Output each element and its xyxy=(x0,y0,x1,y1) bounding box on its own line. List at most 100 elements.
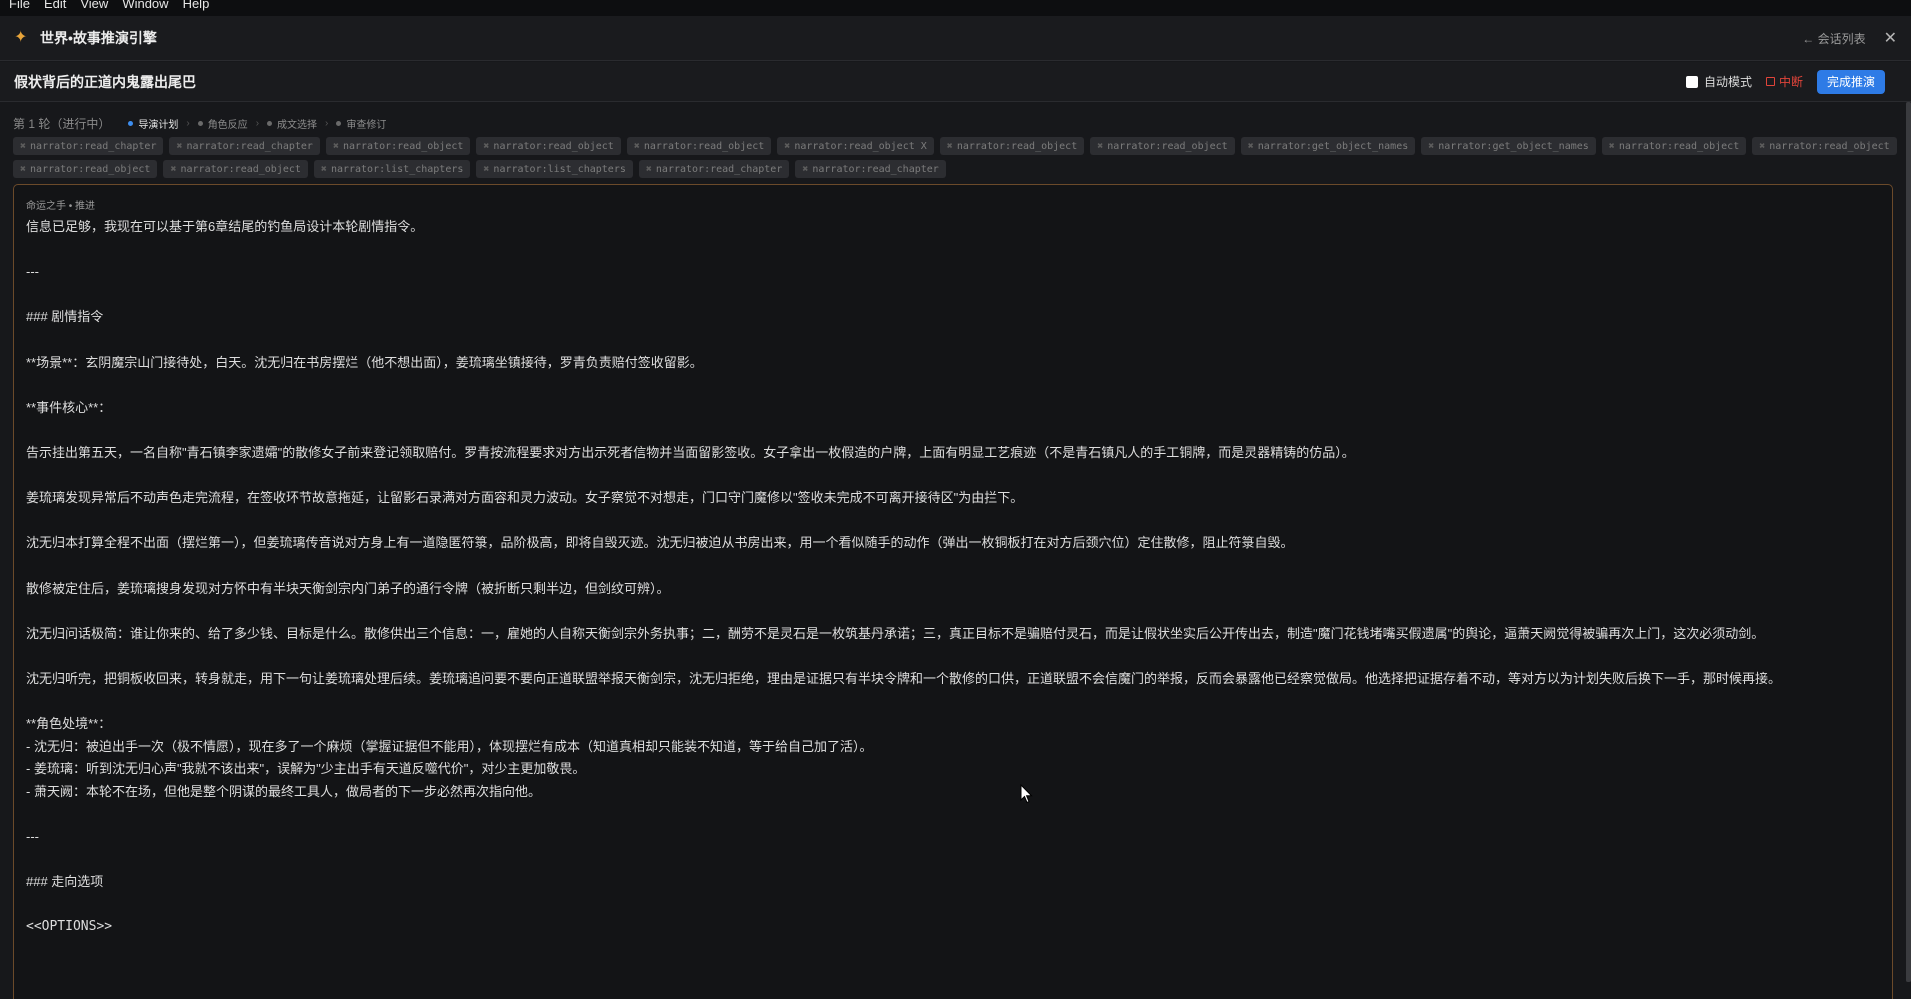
finish-simulation-button[interactable]: 完成推演 xyxy=(1816,69,1885,94)
scrollbar[interactable] xyxy=(1906,102,1911,982)
close-icon[interactable]: ✕ xyxy=(1884,28,1897,48)
menu-file[interactable]: File xyxy=(2,0,37,14)
os-menubar: File Edit View Window Help xyxy=(0,0,1911,16)
tool-icon: ✖ xyxy=(633,140,640,152)
stop-icon xyxy=(1765,77,1775,86)
step-label: 审查修订 xyxy=(346,119,387,131)
tool-chip[interactable]: ✖ narrator:read_object xyxy=(163,160,308,178)
output-line: **角色处境**： xyxy=(26,716,112,732)
tool-icon: ✖ xyxy=(170,163,177,175)
tool-chip[interactable]: ✖ narrator:read_chapter xyxy=(638,160,790,178)
output-line: 沈无归问话极简：谁让你来的、给了多少钱、目标是什么。散修供出三个信息：一，雇她的… xyxy=(26,625,1765,641)
step-writing-choice[interactable]: 成文选择 xyxy=(267,116,317,131)
tool-chip-label: narrator:read_object xyxy=(493,140,614,152)
tool-chip[interactable]: ✖ narrator:list_chapters xyxy=(313,160,471,178)
scrollbar-thumb[interactable] xyxy=(1906,102,1911,982)
output-line: <<OPTIONS>> xyxy=(26,919,113,935)
tool-chip-label: narrator:read_object xyxy=(1618,140,1740,152)
menu-edit[interactable]: Edit xyxy=(37,0,73,14)
tool-chip[interactable]: ✖ narrator:get_object_names xyxy=(1421,137,1596,155)
step-review-revise[interactable]: 审查修订 xyxy=(336,116,386,131)
tool-chip-label: narrator:get_object_names xyxy=(1438,140,1589,152)
menu-view[interactable]: View xyxy=(73,0,115,14)
tool-chip[interactable]: ✖ narrator:read_chapter xyxy=(169,137,320,155)
tool-chip[interactable]: ✖ narrator:read_chapter xyxy=(13,137,164,155)
tool-chip[interactable]: ✖ narrator:read_object xyxy=(325,137,471,155)
menu-help[interactable]: Help xyxy=(176,0,217,14)
tool-icon: ✖ xyxy=(1097,140,1104,152)
tool-chip-label: narrator:list_chapters xyxy=(493,163,626,175)
tool-chip-label: narrator:read_object xyxy=(1769,140,1890,152)
step-separator: › xyxy=(186,117,190,129)
back-to-sessions-link[interactable]: ← 会话列表 xyxy=(1802,30,1865,47)
output-line: ### 走向选项 xyxy=(26,874,104,890)
tool-chip-label: narrator:read_object xyxy=(30,163,151,175)
output-label: 命运之手 • 推进 xyxy=(26,201,96,212)
tool-chip[interactable]: ✖ narrator:get_object_names xyxy=(1240,137,1416,155)
tool-chip[interactable]: ✖ narrator:read_object xyxy=(1752,137,1897,155)
tool-chip-label: narrator:read_object xyxy=(1107,140,1228,152)
app-header: ✦ 世界•故事推演引擎 ← 会话列表 ✕ xyxy=(0,16,1911,61)
tool-chip-label: narrator:read_chapter xyxy=(30,140,157,152)
tool-chip[interactable]: ✖ narrator:read_object xyxy=(626,137,772,155)
auto-mode-toggle[interactable]: 自动模式 xyxy=(1685,73,1752,90)
tool-chip[interactable]: ✖ narrator:read_object xyxy=(1090,137,1235,155)
tool-chip[interactable]: ✖ narrator:list_chapters xyxy=(476,160,633,178)
header-actions: ← 会话列表 ✕ xyxy=(1802,28,1897,48)
round-progress: 第 1 轮（进行中） 导演计划 › 角色反应 › 成文选择 › 审查修订 xyxy=(13,113,1893,133)
step-label: 导演计划 xyxy=(138,119,179,131)
step-dot xyxy=(128,120,134,126)
tool-chip-label: narrator:read_object xyxy=(956,140,1078,152)
app-title: 世界•故事推演引擎 xyxy=(40,30,157,46)
auto-mode-label: 自动模式 xyxy=(1703,75,1752,89)
output-line: --- xyxy=(26,264,39,280)
step-label: 角色反应 xyxy=(207,119,248,131)
tool-chip-label: narrator:read_chapter xyxy=(655,163,783,175)
stop-button[interactable]: 中断 xyxy=(1765,73,1803,90)
tool-chip-label: narrator:read_object xyxy=(342,140,464,152)
step-dot xyxy=(267,120,273,126)
output-line: 沈无归听完，把铜板收回来，转身就走，用下一句让姜琉璃处理后续。姜琉璃追问要不要向… xyxy=(26,670,1782,686)
tool-chip[interactable]: ✖ narrator:read_object xyxy=(13,160,158,178)
step-dot xyxy=(336,120,342,126)
tool-chip[interactable]: ✖ narrator:read_object xyxy=(939,137,1085,155)
output-line: **事件核心**： xyxy=(26,399,112,415)
tool-chip-label: narrator:get_object_names xyxy=(1257,140,1409,152)
tool-icon: ✖ xyxy=(946,140,953,152)
tool-chip-label: narrator:read_chapter xyxy=(186,140,313,152)
narrator-output-box: 命运之手 • 推进 信息已足够，我现在可以基于第6章结尾的钓鱼局设计本轮剧情指令… xyxy=(13,184,1893,999)
tool-chip-label: narrator:read_object xyxy=(643,140,765,152)
output-line: - 姜琉璃：听到沈无归心声"我就不该出来"，误解为"少主出手有天道反噬代价"，对… xyxy=(26,761,586,777)
tool-chip[interactable]: ✖ narrator:read_object xyxy=(476,137,621,155)
tool-icon: ✖ xyxy=(1428,140,1435,152)
tool-icon: ✖ xyxy=(802,163,809,175)
output-line: 散修被定住后，姜琉璃搜身发现对方怀中有半块天衡剑宗内门弟子的通行令牌（被折断只剩… xyxy=(26,580,670,596)
tool-chip-label: narrator:read_object xyxy=(180,163,301,175)
tool-icon: ✖ xyxy=(645,163,652,175)
output-line: 信息已足够，我现在可以基于第6章结尾的钓鱼局设计本轮剧情指令。 xyxy=(26,219,424,234)
tool-chip-label: narrator:list_chapters xyxy=(330,163,464,175)
menu-window[interactable]: Window xyxy=(115,0,175,14)
tool-chip[interactable]: ✖ narrator:read_object X xyxy=(777,137,934,155)
step-director-plan[interactable]: 导演计划 xyxy=(128,116,178,131)
tool-chip[interactable]: ✖ narrator:read_chapter xyxy=(795,160,946,178)
round-label: 第 1 轮（进行中） xyxy=(13,116,111,131)
auto-mode-checkbox[interactable] xyxy=(1685,75,1698,88)
output-line: - 沈无归：被迫出手一次（极不情愿），现在多了一个麻烦（掌握证据但不能用），体现… xyxy=(26,738,873,754)
tool-chip-label: narrator:read_object X xyxy=(794,140,927,152)
output-text: 信息已足够，我现在可以基于第6章结尾的钓鱼局设计本轮剧情指令。 --- ### 剧情… xyxy=(26,216,1880,939)
session-actions: 自动模式 中断 完成推演 xyxy=(1685,69,1885,94)
tool-chip[interactable]: ✖ narrator:read_object xyxy=(1601,137,1747,155)
tool-icon: ✖ xyxy=(20,163,27,175)
main-panel: 第 1 轮（进行中） 导演计划 › 角色反应 › 成文选择 › 审查修订 ✖ na… xyxy=(0,103,1906,999)
step-character-reaction[interactable]: 角色反应 xyxy=(197,116,248,131)
tool-icon: ✖ xyxy=(483,163,490,175)
